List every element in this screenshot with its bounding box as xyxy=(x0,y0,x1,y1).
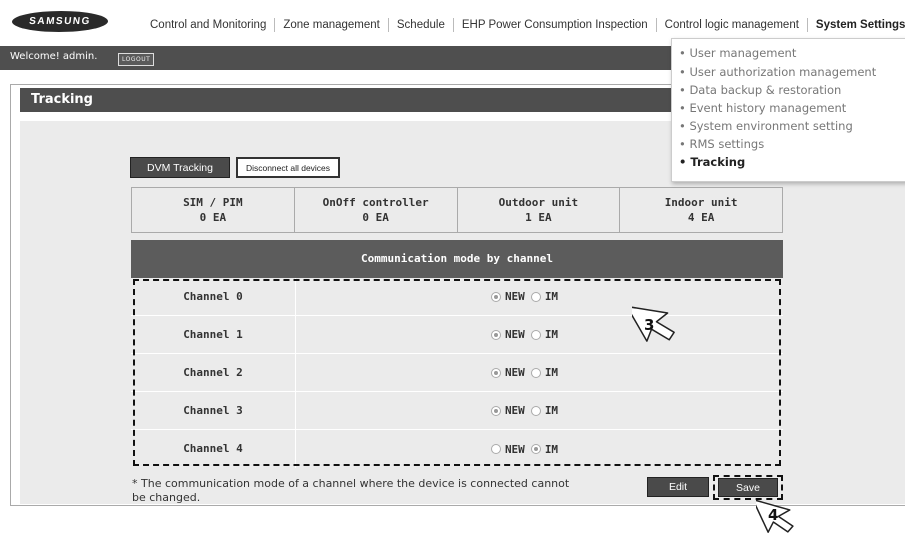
callout-step-4: 4 xyxy=(768,506,778,524)
menu-item-user-management[interactable]: • User management xyxy=(679,46,796,60)
menu-item-rms-settings[interactable]: • RMS settings xyxy=(679,137,764,151)
callout-step-3: 3 xyxy=(644,316,654,334)
communication-mode-note: * The communication mode of a channel wh… xyxy=(132,477,570,504)
nav-control-and-monitoring[interactable]: Control and Monitoring xyxy=(150,18,276,32)
menu-item-label: User authorization management xyxy=(689,65,877,79)
summary-value: 0 EA xyxy=(199,211,227,224)
summary-indoor-unit: Indoor unit 4 EA xyxy=(620,188,782,232)
welcome-text: Welcome! admin. xyxy=(10,51,98,62)
summary-label: OnOff controller xyxy=(322,196,429,209)
menu-item-label: User management xyxy=(689,46,797,60)
comm-table-header-label: Communication mode by channel xyxy=(360,252,554,265)
menu-item-data-backup-restoration[interactable]: • Data backup & restoration xyxy=(679,83,841,97)
menu-item-label: Event history management xyxy=(689,101,847,115)
summary-value: 0 EA xyxy=(362,211,389,224)
nav-system-settings[interactable]: System Settings xyxy=(808,18,905,32)
summary-value: 4 EA xyxy=(687,211,715,224)
edit-button[interactable]: Edit xyxy=(647,477,709,497)
main-nav: Control and Monitoring Zone management S… xyxy=(150,16,905,34)
menu-item-event-history-management[interactable]: • Event history management xyxy=(679,101,846,115)
summary-label: SIM / PIM xyxy=(183,196,243,209)
cursor-callout-icon: 4 xyxy=(756,498,794,533)
menu-item-label: RMS settings xyxy=(689,137,765,151)
summary-onoff-controller: OnOff controller 0 EA xyxy=(295,188,458,232)
page-title: Tracking xyxy=(31,92,93,107)
menu-item-label: System environment setting xyxy=(689,119,853,133)
disconnect-all-devices-button[interactable]: Disconnect all devices xyxy=(236,157,340,178)
summary-outdoor-unit: Outdoor unit 1 EA xyxy=(458,188,621,232)
dvm-tracking-button[interactable]: DVM Tracking xyxy=(130,157,230,178)
nav-schedule[interactable]: Schedule xyxy=(389,18,454,32)
summary-sim-pim: SIM / PIM 0 EA xyxy=(132,188,295,232)
menu-item-tracking[interactable]: • Tracking xyxy=(679,155,745,169)
cursor-callout-icon: 3 xyxy=(632,305,675,342)
device-summary-table: SIM / PIM 0 EA OnOff controller 0 EA Out… xyxy=(131,187,783,233)
summary-label: Outdoor unit xyxy=(498,196,579,209)
logout-button[interactable]: LOGOUT xyxy=(118,53,155,66)
summary-label: Indoor unit xyxy=(664,196,738,209)
system-settings-menu: • User management • User authorization m… xyxy=(671,38,905,182)
nav-control-logic-management[interactable]: Control logic management xyxy=(657,18,808,32)
menu-item-user-authorization-management[interactable]: • User authorization management xyxy=(679,65,876,79)
summary-value: 1 EA xyxy=(525,211,552,224)
nav-zone-management[interactable]: Zone management xyxy=(275,18,389,32)
menu-item-label: Data backup & restoration xyxy=(689,83,842,97)
nav-ehp-power-consumption-inspection[interactable]: EHP Power Consumption Inspection xyxy=(454,18,657,32)
menu-item-system-environment-setting[interactable]: • System environment setting xyxy=(679,119,853,133)
menu-item-label: Tracking xyxy=(690,155,746,169)
